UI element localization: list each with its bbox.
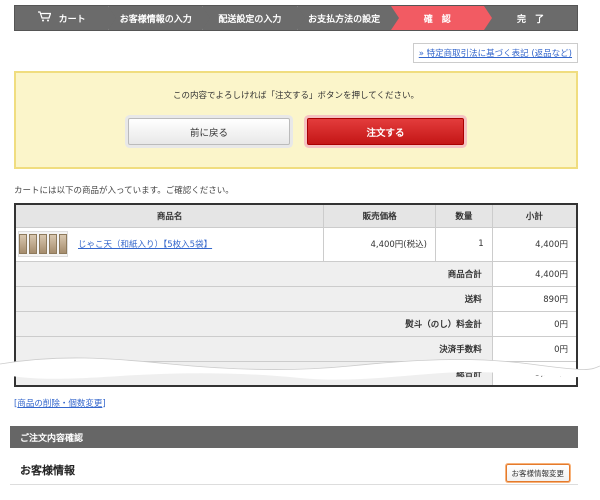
step-customer-info: お客様情報の入力 <box>108 6 211 30</box>
customer-info-title: お客様情報 <box>20 464 75 477</box>
header-product: 商品名 <box>14 203 325 228</box>
confirm-panel: この内容でよろしければ「注文する」ボタンを押してください。 前に戻る 注文する <box>14 71 578 169</box>
product-thumbnail[interactable] <box>18 231 68 257</box>
summary-value: 890円 <box>491 285 578 312</box>
step-label: カート <box>58 14 86 25</box>
section-divider <box>10 484 578 485</box>
step-shipping: 配送設定の入力 <box>202 6 305 30</box>
table-row: じゃこ天（和紙入り）【5枚入5袋】 4,400円(税込) 1 4,400円 <box>14 226 578 262</box>
order-table: 商品名 販売価格 数量 小計 じゃこ天（和紙入り）【5枚入5袋】 4,400円(… <box>14 203 578 387</box>
price-cell: 4,400円(税込) <box>323 226 436 262</box>
step-label: お客様情報の入力 <box>119 14 192 25</box>
summary-value: 0円 <box>491 310 578 337</box>
summary-label: 決済手数料 <box>14 335 493 362</box>
edit-items-link[interactable]: [商品の削除・個数変更] <box>14 397 106 409</box>
step-label: お支払方法の設定 <box>308 14 381 25</box>
edit-customer-info-button[interactable]: お客様情報変更 <box>505 464 570 482</box>
product-cell: じゃこ天（和紙入り）【5枚入5袋】 <box>14 226 325 262</box>
header-price: 販売価格 <box>323 203 436 228</box>
step-label: 確 認 <box>423 14 451 25</box>
product-link[interactable]: じゃこ天（和紙入り）【5枚入5袋】 <box>78 238 212 250</box>
summary-value: 5,290円 <box>491 360 578 387</box>
summary-label: 総合計 <box>14 360 493 387</box>
confirm-message: この内容でよろしければ「注文する」ボタンを押してください。 <box>173 91 419 101</box>
table-header-row: 商品名 販売価格 数量 小計 <box>14 203 578 228</box>
checkout-steps: カート お客様情報の入力 配送設定の入力 お支払方法の設定 確 認 完 了 <box>14 5 578 31</box>
step-label: 完 了 <box>516 14 544 25</box>
summary-row: 総合計 5,290円 <box>14 360 578 387</box>
subtotal-cell: 4,400円 <box>491 226 578 262</box>
edit-items-label[interactable]: 商品の削除・個数変更 <box>17 399 102 409</box>
header-qty: 数量 <box>434 203 493 228</box>
summary-row: 決済手数料 0円 <box>14 335 578 362</box>
summary-label: 熨斗（のし）料金計 <box>14 310 493 337</box>
checkout-page: カート お客様情報の入力 配送設定の入力 お支払方法の設定 確 認 完 了 » … <box>0 0 600 500</box>
qty-cell: 1 <box>434 226 493 262</box>
summary-label: 商品合計 <box>14 260 493 287</box>
legal-notice-link[interactable]: » 特定商取引法に基づく表記 (返品など) <box>412 43 578 63</box>
place-order-button[interactable]: 注文する <box>307 118 464 145</box>
step-cart: カート <box>15 6 117 30</box>
order-confirm-header: ご注文内容確認 <box>10 426 578 448</box>
summary-row: 商品合計 4,400円 <box>14 260 578 287</box>
back-button[interactable]: 前に戻る <box>128 118 290 145</box>
summary-label: 送料 <box>14 285 493 312</box>
step-label: 配送設定の入力 <box>218 14 282 25</box>
step-payment: お支払方法の設定 <box>296 6 399 30</box>
header-subtotal: 小計 <box>491 203 578 228</box>
step-confirm: 確 認 <box>390 6 493 30</box>
summary-row: 熨斗（のし）料金計 0円 <box>14 310 578 337</box>
summary-value: 4,400円 <box>491 260 578 287</box>
summary-value: 0円 <box>491 335 578 362</box>
cart-note: カートには以下の商品が入っています。ご確認ください。 <box>14 186 234 196</box>
step-complete: 完 了 <box>483 6 578 30</box>
summary-row: 送料 890円 <box>14 285 578 312</box>
cart-icon <box>37 11 51 25</box>
